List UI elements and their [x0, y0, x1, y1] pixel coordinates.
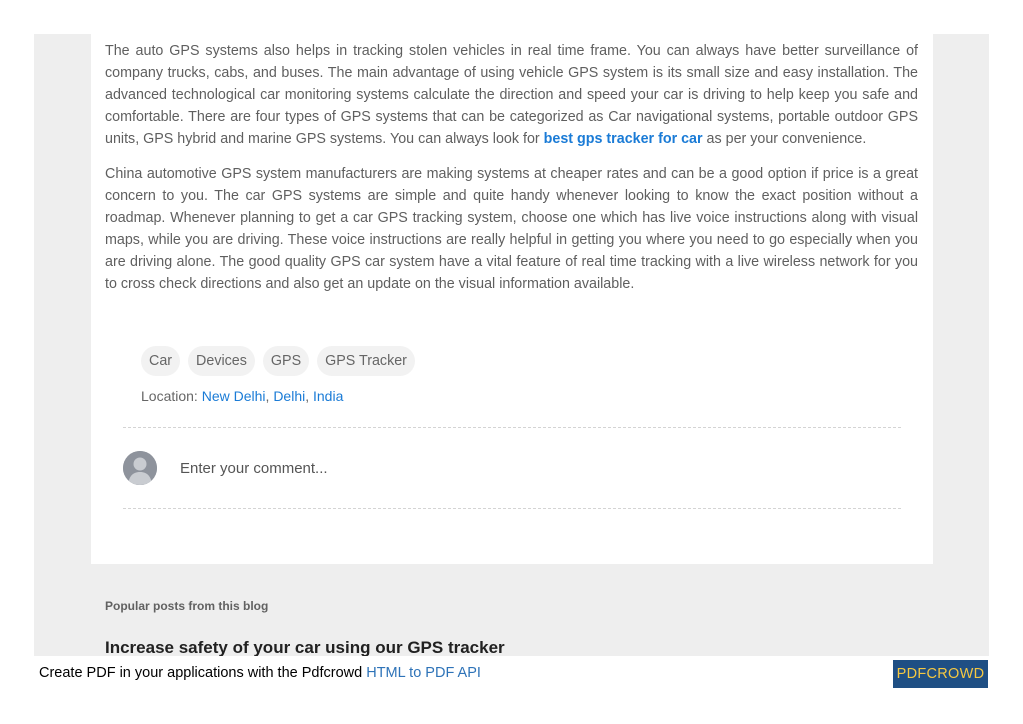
location-separator: , [305, 388, 310, 404]
location-separator: , [265, 388, 270, 404]
location-city-link[interactable]: New Delhi [202, 388, 266, 404]
comment-divider-top [123, 427, 901, 428]
location-country-link[interactable]: India [313, 388, 343, 404]
popular-posts-heading: Popular posts from this blog [105, 599, 269, 613]
paragraph-1: The auto GPS systems also helps in track… [105, 40, 918, 150]
pdfcrowd-badge[interactable]: PDFCROWD [893, 660, 988, 688]
footer-text-label: Create PDF in your applications with the… [39, 665, 367, 681]
location-prefix: Location: [141, 388, 198, 404]
paragraph-2: China automotive GPS system manufacturer… [105, 166, 918, 292]
avatar [123, 451, 157, 485]
comment-input[interactable] [180, 455, 780, 481]
comment-divider-bottom [123, 508, 901, 509]
post-labels: Car Devices GPS GPS Tracker [141, 346, 415, 376]
pdf-footer-text: Create PDF in your applications with the… [39, 665, 481, 681]
post-body: The auto GPS systems also helps in track… [105, 40, 918, 308]
html-to-pdf-api-link[interactable]: HTML to PDF API [366, 665, 481, 681]
label-gps-tracker[interactable]: GPS Tracker [317, 346, 415, 376]
label-devices[interactable]: Devices [188, 346, 255, 376]
best-gps-tracker-link[interactable]: best gps tracker for car [544, 131, 703, 147]
label-car[interactable]: Car [141, 346, 181, 376]
location-state-link[interactable]: Delhi [273, 388, 305, 404]
user-avatar-icon [123, 451, 157, 485]
popular-post-title[interactable]: Increase safety of your car using our GP… [105, 638, 505, 658]
post-location: Location: New Delhi, Delhi, India [141, 388, 343, 404]
label-gps[interactable]: GPS [262, 346, 310, 376]
paragraph-1-end: as per your convenience. [702, 131, 867, 147]
